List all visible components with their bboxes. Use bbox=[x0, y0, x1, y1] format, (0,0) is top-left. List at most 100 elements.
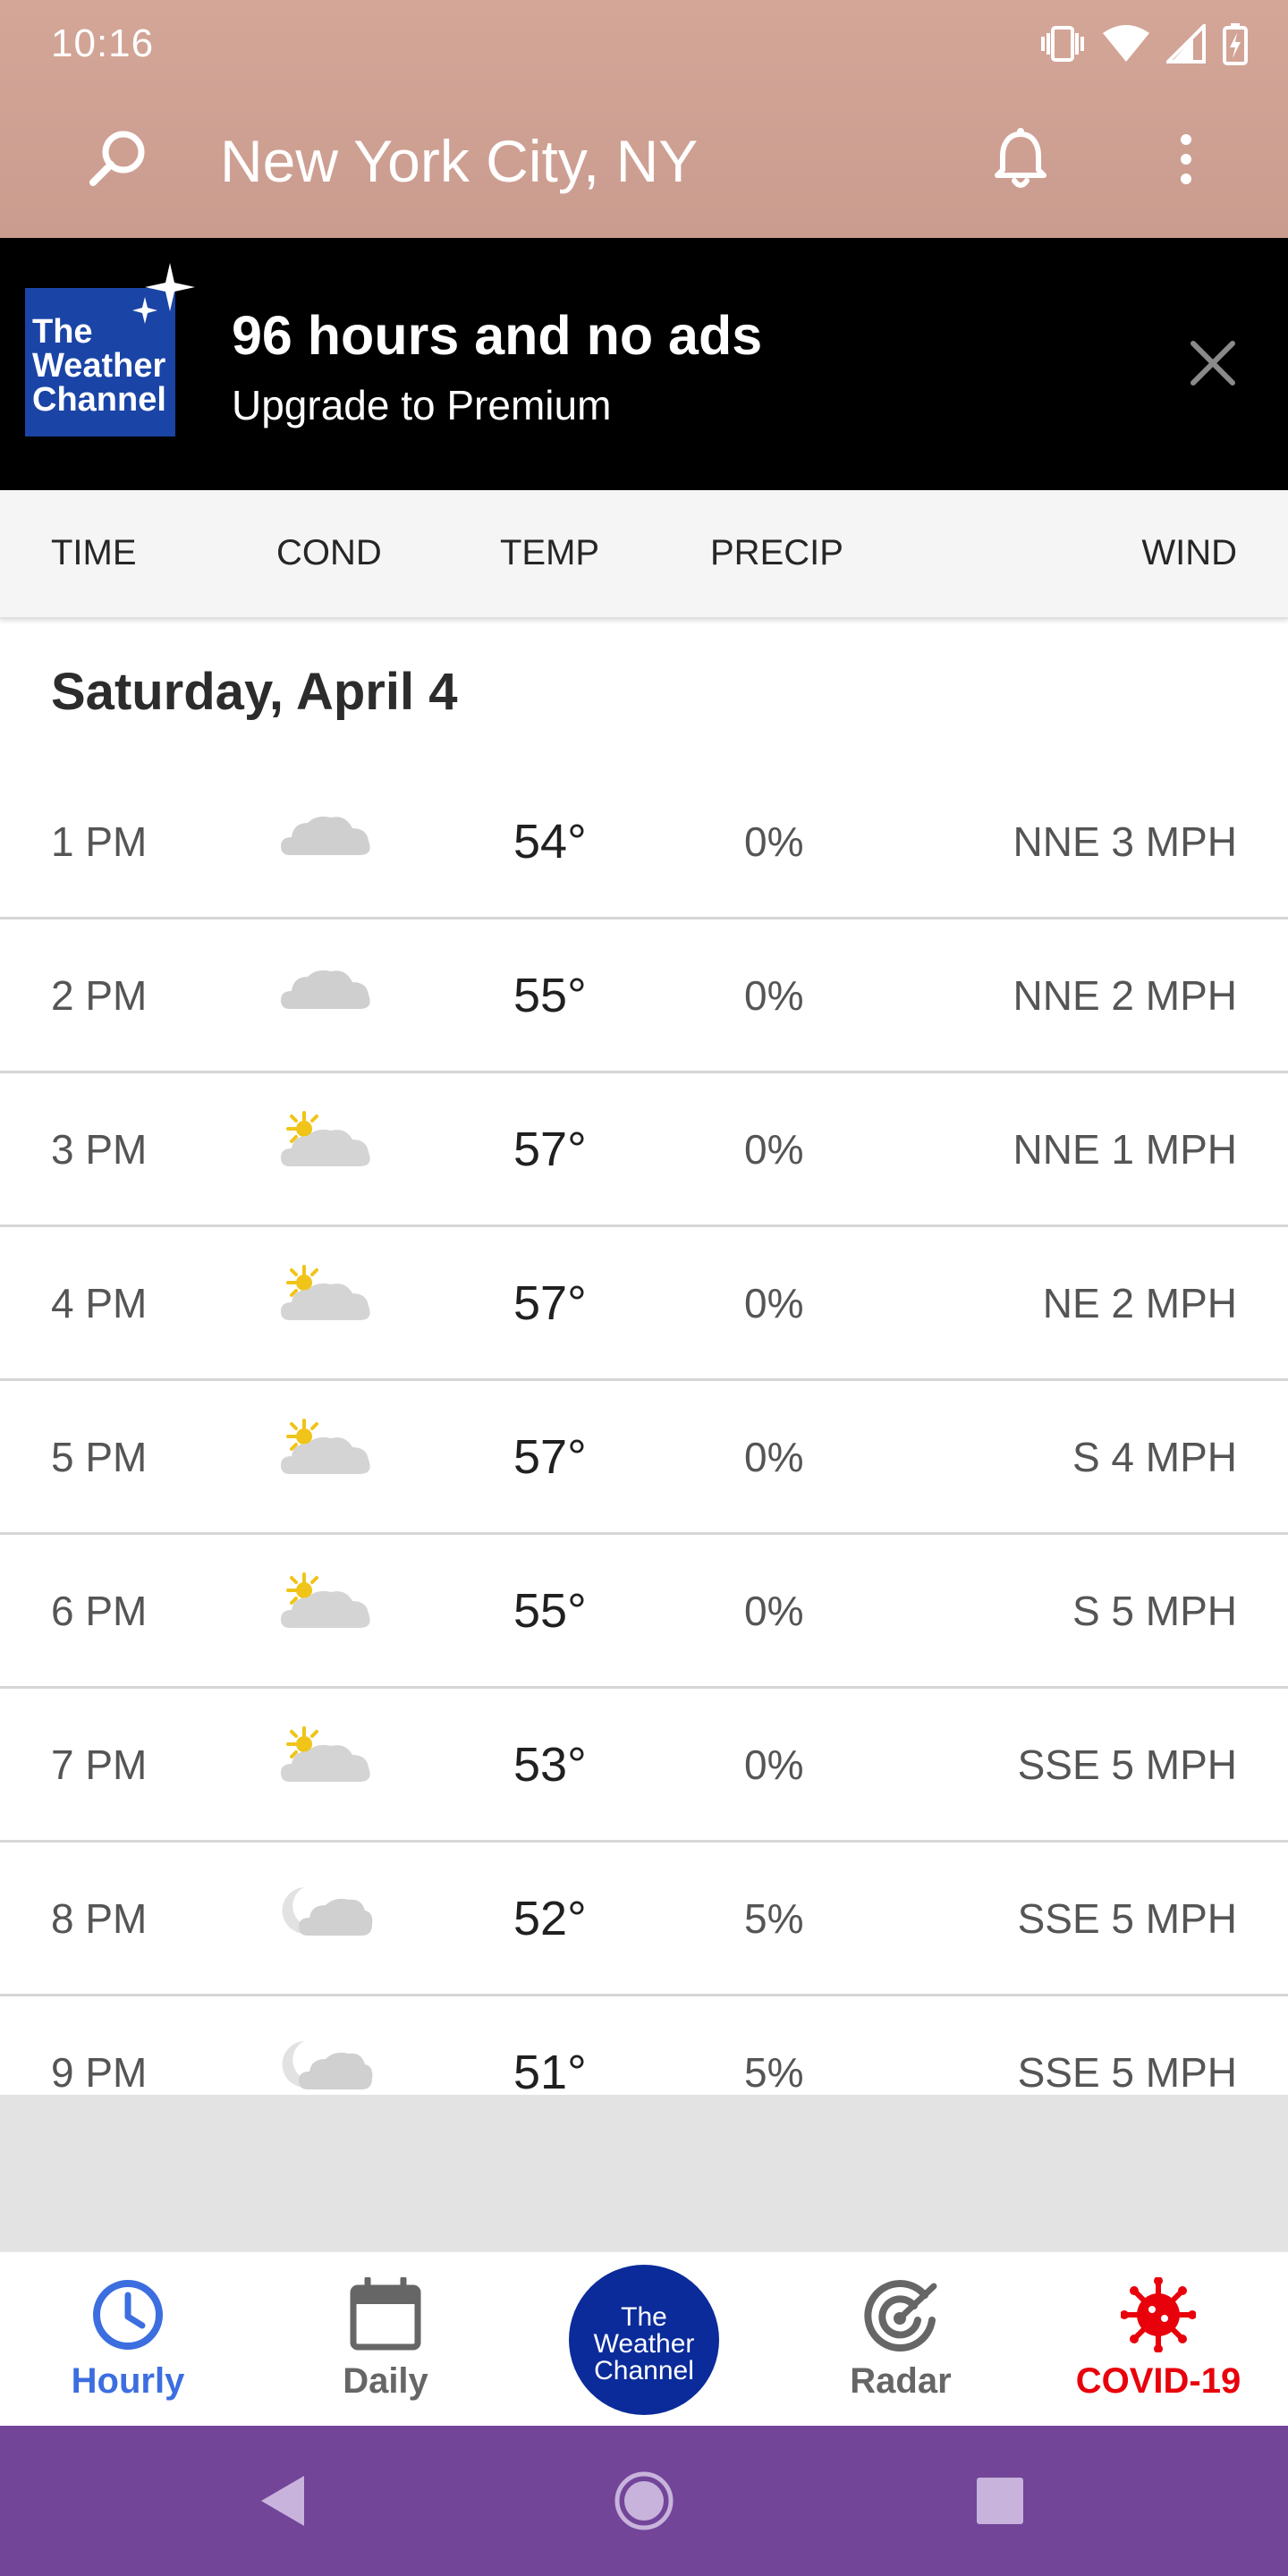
row-time: 1 PM bbox=[51, 818, 148, 865]
row-temp: 57° bbox=[513, 1276, 587, 1330]
partly-sunny-icon bbox=[281, 1265, 370, 1320]
row-precip: 5% bbox=[744, 2049, 804, 2095]
wifi-icon bbox=[1103, 25, 1149, 62]
row-wind: NE 2 MPH bbox=[1042, 1280, 1237, 1326]
row-precip: 0% bbox=[744, 1434, 804, 1480]
row-time: 4 PM bbox=[51, 1280, 148, 1326]
column-temp: TEMP bbox=[500, 533, 600, 572]
close-icon bbox=[1191, 341, 1235, 386]
partly-sunny-icon bbox=[281, 1572, 370, 1628]
calendar-icon bbox=[350, 2277, 421, 2351]
hourly-row[interactable]: 6 PM 55° 0% S 5 MPH bbox=[0, 1535, 1288, 1689]
center-logo-line: The bbox=[621, 2302, 667, 2332]
hourly-row[interactable]: 3 PM 57° 0% NNE 1 MPH bbox=[0, 1073, 1288, 1227]
partly-sunny-icon bbox=[281, 1726, 370, 1782]
row-precip: 0% bbox=[744, 1280, 804, 1326]
row-time: 5 PM bbox=[51, 1434, 148, 1480]
row-temp: 55° bbox=[513, 1584, 587, 1638]
system-navigation-bar bbox=[0, 2426, 1288, 2576]
hourly-row[interactable]: 2 PM 55° 0% NNE 2 MPH bbox=[0, 919, 1288, 1073]
row-precip: 0% bbox=[744, 972, 804, 1019]
sparkle-icon bbox=[132, 263, 195, 324]
weather-channel-home-button[interactable]: The Weather Channel bbox=[569, 2265, 719, 2415]
search-button[interactable] bbox=[82, 123, 154, 195]
row-precip: 0% bbox=[744, 1588, 804, 1634]
virus-icon bbox=[1121, 2277, 1196, 2352]
hourly-row[interactable]: 4 PM 57° 0% NE 2 MPH bbox=[0, 1227, 1288, 1381]
tab-daily-label: Daily bbox=[343, 2361, 428, 2401]
tab-hourly[interactable]: Hourly bbox=[38, 2252, 217, 2428]
search-icon bbox=[89, 131, 145, 186]
vibrate-icon bbox=[1041, 26, 1084, 62]
hourly-row[interactable]: 1 PM 54° 0% NNE 3 MPH bbox=[0, 766, 1288, 919]
row-wind: S 4 MPH bbox=[1072, 1434, 1237, 1480]
row-time: 9 PM bbox=[51, 2049, 148, 2095]
ad-placeholder bbox=[0, 2095, 1288, 2250]
logo-line: The bbox=[32, 313, 93, 351]
clock-icon bbox=[93, 2280, 163, 2350]
hourly-row[interactable]: 9 PM 51° 5% SSE 5 MPH bbox=[0, 1996, 1288, 2095]
column-cond: COND bbox=[276, 533, 382, 572]
radar-icon bbox=[864, 2280, 937, 2351]
cloudy-icon bbox=[281, 816, 370, 855]
row-temp: 57° bbox=[513, 1430, 587, 1484]
row-time: 2 PM bbox=[51, 972, 148, 1019]
logo-line: Weather bbox=[32, 347, 166, 385]
row-wind: NNE 2 MPH bbox=[1013, 972, 1237, 1019]
notifications-button[interactable] bbox=[985, 123, 1056, 195]
row-temp: 51° bbox=[513, 2046, 587, 2095]
recents-square-icon bbox=[977, 2478, 1023, 2524]
hourly-row[interactable]: 5 PM 57° 0% S 4 MPH bbox=[0, 1381, 1288, 1535]
logo-line: Channel bbox=[32, 381, 166, 419]
status-time: 10:16 bbox=[51, 21, 155, 65]
row-temp: 53° bbox=[513, 1738, 587, 1792]
system-home-button[interactable] bbox=[608, 2465, 680, 2537]
more-vertical-icon bbox=[1181, 134, 1191, 184]
hourly-row[interactable]: 8 PM 52° 5% SSE 5 MPH bbox=[0, 1843, 1288, 1996]
column-wind: WIND bbox=[1141, 533, 1237, 572]
row-temp: 54° bbox=[513, 815, 587, 869]
partly-sunny-icon bbox=[281, 1419, 370, 1474]
row-time: 8 PM bbox=[51, 1895, 148, 1942]
cell-signal-icon bbox=[1166, 24, 1206, 64]
partly-sunny-icon bbox=[281, 1111, 370, 1166]
system-back-button[interactable] bbox=[249, 2465, 320, 2537]
row-wind: SSE 5 MPH bbox=[1017, 2049, 1237, 2095]
row-wind: NNE 3 MPH bbox=[1013, 818, 1237, 865]
row-temp: 55° bbox=[513, 969, 587, 1022]
partly-cloudy-night-icon bbox=[282, 2041, 373, 2089]
tab-daily[interactable]: Daily bbox=[296, 2252, 475, 2428]
back-triangle-icon bbox=[261, 2476, 304, 2526]
row-precip: 5% bbox=[744, 1895, 804, 1942]
more-options-button[interactable] bbox=[1168, 123, 1204, 195]
bell-icon bbox=[995, 128, 1046, 188]
tab-radar-label: Radar bbox=[850, 2361, 952, 2401]
tab-covid-19[interactable]: COVID-19 bbox=[1069, 2252, 1248, 2428]
column-time: TIME bbox=[51, 533, 137, 572]
system-recents-button[interactable] bbox=[964, 2465, 1036, 2537]
home-circle-icon bbox=[614, 2471, 674, 2530]
hourly-row[interactable]: 7 PM 53° 0% SSE 5 MPH bbox=[0, 1689, 1288, 1843]
partly-cloudy-night-icon bbox=[282, 1887, 373, 1936]
tab-covid-label: COVID-19 bbox=[1075, 2361, 1241, 2401]
close-promo-button[interactable] bbox=[1181, 331, 1245, 395]
center-logo-line: Channel bbox=[594, 2356, 694, 2385]
premium-promo-banner[interactable]: The Weather Channel 96 hours and no ads … bbox=[0, 238, 1288, 490]
location-title[interactable]: New York City, NY bbox=[220, 125, 698, 197]
status-icons bbox=[1039, 20, 1249, 68]
center-logo-line: Weather bbox=[593, 2329, 695, 2359]
row-time: 6 PM bbox=[51, 1588, 148, 1634]
row-wind: SSE 5 MPH bbox=[1017, 1895, 1237, 1942]
row-temp: 57° bbox=[513, 1123, 587, 1176]
battery-charging-icon bbox=[1223, 23, 1248, 65]
column-precip: PRECIP bbox=[710, 533, 843, 572]
tab-radar[interactable]: Radar bbox=[811, 2252, 990, 2428]
row-wind: SSE 5 MPH bbox=[1017, 1741, 1237, 1788]
row-precip: 0% bbox=[744, 818, 804, 865]
hourly-forecast-list[interactable]: 1 PM 54° 0% NNE 3 MPH 2 PM 55° 0% NNE 2 … bbox=[0, 766, 1288, 2095]
row-wind: S 5 MPH bbox=[1072, 1588, 1237, 1634]
cloudy-icon bbox=[281, 970, 370, 1009]
column-header: TIME COND TEMP PRECIP WIND bbox=[0, 490, 1288, 619]
row-wind: NNE 1 MPH bbox=[1013, 1126, 1237, 1173]
bottom-navigation: Hourly Daily The Weather Channel Radar C… bbox=[0, 2250, 1288, 2428]
